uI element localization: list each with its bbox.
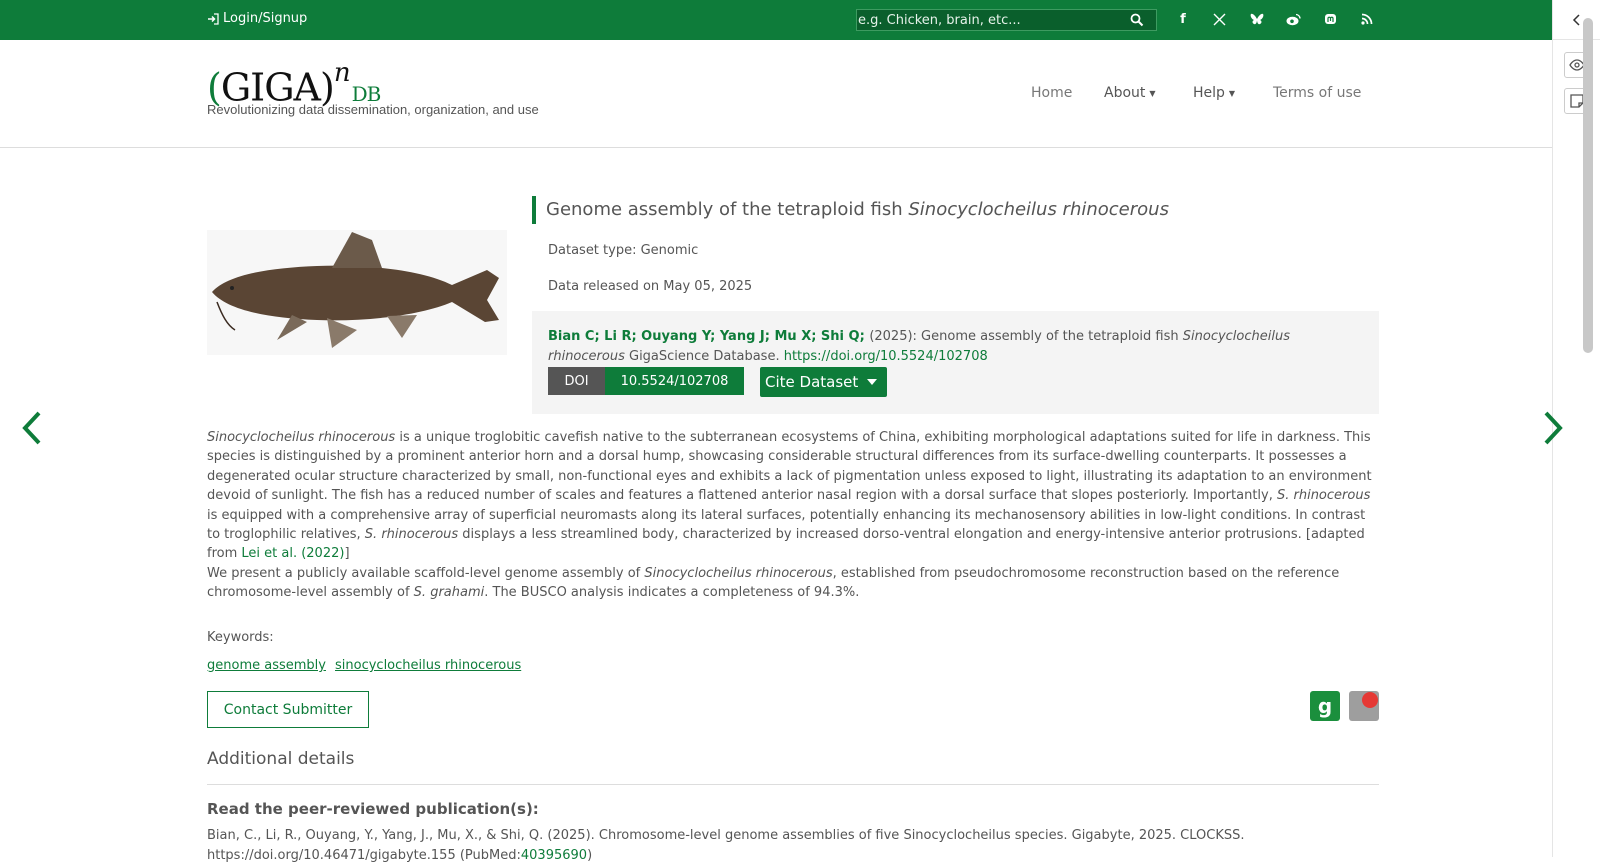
desc-species: Sinocyclocheilus rhinocerous (207, 430, 396, 445)
citation-box: Bian C; Li R; Ouyang Y; Yang J; Mu X; Sh… (532, 311, 1379, 414)
dataset-description: Sinocyclocheilus rhinocerous is a unique… (207, 428, 1379, 603)
title-accent-bar (532, 196, 536, 224)
badge-dot (1362, 692, 1378, 708)
weibo-icon[interactable] (1285, 11, 1301, 27)
rss-icon[interactable] (1359, 11, 1375, 27)
publication-doi: https://doi.org/10.46471/gigabyte.155 (P… (207, 848, 521, 863)
publication-end: ) (587, 848, 593, 863)
scrollbar-thumb[interactable] (1583, 18, 1593, 353)
x-icon[interactable] (1211, 11, 1227, 27)
nav-home[interactable]: Home (1031, 85, 1072, 101)
keyword-link[interactable]: sinocyclocheilus rhinocerous (335, 658, 521, 673)
divider (207, 784, 1379, 785)
desc-text: ] (344, 546, 350, 562)
contact-submitter-button[interactable]: Contact Submitter (207, 691, 369, 728)
pubmed-link[interactable]: 40395690 (521, 848, 587, 863)
dropdown-caret-icon (867, 379, 877, 385)
nav-terms[interactable]: Terms of use (1273, 85, 1361, 101)
desc-text: We present a publicly available scaffold… (207, 565, 645, 581)
caret-down-icon: ▼ (1149, 88, 1156, 98)
title-prefix: Genome assembly of the tetraploid fish (546, 199, 909, 220)
release-date: Data released on May 05, 2025 (548, 279, 753, 294)
keyword-link[interactable]: genome assembly (207, 658, 326, 673)
citation-year: (2025): Genome assembly of the tetraploi… (869, 329, 1183, 344)
logo-n-text: n (333, 58, 351, 88)
description-paragraph-2: We present a publicly available scaffold… (207, 564, 1379, 603)
nav-home-label: Home (1031, 85, 1073, 101)
mastodon-icon[interactable] (1322, 11, 1338, 27)
login-link[interactable]: Login/Signup (207, 11, 307, 26)
publication-citation: Bian, C., Li, R., Ouyang, Y., Yang, J., … (207, 828, 1245, 843)
top-bar: Login/Signup f (0, 0, 1552, 40)
nav-help-label: Help (1193, 85, 1225, 101)
dataset-image (207, 230, 507, 355)
nav-about[interactable]: About ▼ (1104, 85, 1156, 101)
facebook-icon[interactable]: f (1175, 11, 1191, 27)
additional-details-heading: Additional details (207, 749, 355, 769)
code-ocean-icon[interactable] (1349, 691, 1379, 721)
dataset-type: Dataset type: Genomic (548, 243, 699, 258)
login-label: Login/Signup (223, 11, 308, 26)
search-box (856, 9, 1157, 31)
site-header: (GIGA)nDB Revolutionizing data dissemina… (0, 40, 1552, 148)
nav-terms-label: Terms of use (1273, 85, 1362, 101)
desc-species: Sinocyclocheilus rhinocerous (644, 565, 833, 581)
authors-link[interactable]: Bian C; Li R; Ouyang Y; Yang J; Mu X; Sh… (548, 329, 869, 344)
desc-text: . The BUSCO analysis indicates a complet… (484, 585, 860, 601)
search-input[interactable] (857, 12, 1117, 28)
title-species: Sinocyclocheilus rhinocerous (908, 199, 1169, 220)
sign-in-icon (208, 12, 219, 25)
publication-text: Bian, C., Li, R., Ouyang, Y., Yang, J., … (207, 826, 1379, 866)
citation-source: GigaScience Database. (624, 349, 784, 364)
keywords-label: Keywords: (207, 630, 274, 645)
note-icon (1570, 94, 1584, 108)
search-icon[interactable] (1130, 13, 1144, 27)
desc-species: S. rhinocerous (364, 527, 459, 543)
next-dataset-arrow-icon[interactable] (1542, 410, 1564, 446)
citation-doi-link[interactable]: https://doi.org/10.5524/102708 (784, 349, 988, 364)
dataset-title: Genome assembly of the tetraploid fish S… (546, 199, 1169, 220)
cite-dataset-label: Cite Dataset (765, 373, 859, 391)
cite-dataset-button[interactable]: Cite Dataset (760, 367, 887, 397)
reference-link[interactable]: Lei et al. (2022) (241, 546, 344, 561)
desc-species: S. rhinocerous (1276, 488, 1371, 504)
chevron-left-icon (1572, 13, 1580, 26)
nav-help[interactable]: Help ▼ (1193, 85, 1235, 101)
description-paragraph-1: Sinocyclocheilus rhinocerous is a unique… (207, 428, 1379, 564)
citation-text: Bian C; Li R; Ouyang Y; Yang J; Mu X; Sh… (548, 327, 1308, 367)
doi-value-badge[interactable]: 10.5524/102708 (605, 367, 744, 395)
publication-heading: Read the peer-reviewed publication(s): (207, 800, 539, 818)
galaxy-icon[interactable]: g (1310, 691, 1340, 721)
caret-down-icon: ▼ (1228, 88, 1236, 98)
doi-label: DOI (548, 367, 605, 395)
site-tagline: Revolutionizing data dissemination, orga… (207, 102, 539, 117)
bluesky-icon[interactable] (1249, 11, 1265, 27)
previous-dataset-arrow-icon[interactable] (21, 410, 43, 446)
nav-about-label: About (1104, 85, 1146, 101)
desc-species: S. grahami (413, 585, 485, 601)
